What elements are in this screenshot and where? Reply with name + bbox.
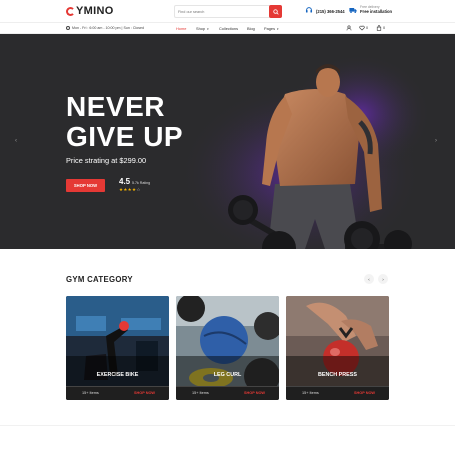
logo-g-mark (66, 6, 75, 16)
hero-next-arrow-icon[interactable]: › (435, 138, 437, 144)
page: YMINO (215) 366-2544 Free delivery Free … (0, 0, 455, 450)
search-bar (174, 5, 282, 18)
category-card[interactable]: LEG CURL 15+ Items SHOP NOW (176, 296, 279, 400)
nav-item-shop[interactable]: Shop ▾ (196, 26, 209, 31)
leg-curl-image (176, 296, 279, 400)
delivery-value: Free installation (360, 9, 393, 14)
rating-stars: ★★★★☆ (119, 187, 141, 193)
user-icon (346, 25, 352, 31)
nav-label: Home (176, 26, 187, 31)
opening-hours-text: Mon - Fri : 6:00 am - 10:00 pm | Sun : C… (72, 26, 145, 30)
bench-press-image (286, 296, 389, 400)
wishlist-count: 0 (366, 26, 369, 30)
category-card-footer: 15+ Items SHOP NOW (66, 386, 169, 400)
logo-text: YMINO (76, 5, 114, 17)
category-prev-button[interactable]: ‹ (364, 274, 374, 284)
category-shop-now-link[interactable]: SHOP NOW (134, 391, 155, 395)
cart-count: 0 (383, 26, 386, 30)
hero-banner: NEVER GIVE UP Price strating at $299.00 … (0, 34, 455, 249)
search-input[interactable] (175, 6, 269, 17)
bag-icon (376, 25, 382, 31)
category-card-footer: 15+ Items SHOP NOW (286, 386, 389, 400)
search-button[interactable] (269, 5, 282, 18)
nav-label: Blog (247, 26, 255, 31)
section-divider (0, 425, 455, 426)
nav-item-collections[interactable]: Collections (219, 26, 238, 31)
category-card-title: LEG CURL (213, 372, 242, 378)
account-button[interactable] (346, 25, 353, 31)
nav-item-blog[interactable]: Blog (247, 26, 255, 31)
category-shop-now-link[interactable]: SHOP NOW (244, 391, 265, 395)
hero-headline: NEVER GIVE UP (66, 92, 183, 152)
heart-icon (359, 25, 365, 31)
search-icon (272, 8, 279, 15)
phone-number: (215) 366-2544 (316, 9, 345, 14)
delivery-info: Free delivery Free installation (349, 5, 392, 14)
rating-value: 4.5 (119, 177, 131, 186)
header: YMINO (215) 366-2544 Free delivery Free … (0, 0, 455, 22)
clock-icon (66, 26, 70, 30)
nav-label: Shop (196, 26, 206, 31)
category-card-footer: 15+ Items SHOP NOW (176, 386, 279, 400)
wishlist-button[interactable]: 0 (359, 25, 368, 31)
category-card-title: BENCH PRESS (318, 372, 357, 378)
category-card-title: EXERCISE BIKE (96, 372, 139, 378)
category-item-count: 15+ Items (192, 391, 209, 395)
hero-prev-arrow-icon[interactable]: ‹ (15, 138, 17, 144)
headline-line: NEVER (66, 91, 165, 122)
chevron-down-icon: ▾ (277, 26, 279, 31)
exercise-bike-image (66, 296, 169, 400)
opening-hours: Mon - Fri : 6:00 am - 10:00 pm | Sun : C… (66, 26, 144, 30)
category-item-count: 15+ Items (302, 391, 319, 395)
star-filled-icons: ★★★★ (119, 187, 137, 192)
category-card[interactable]: EXERCISE BIKE 15+ Items SHOP NOW (66, 296, 169, 400)
phone-contact[interactable]: (215) 366-2544 (305, 5, 345, 14)
category-item-count: 15+ Items (82, 391, 99, 395)
truck-icon (349, 7, 357, 13)
cart-button[interactable]: 0 (376, 25, 385, 31)
chevron-down-icon: ▾ (207, 26, 209, 31)
nav-label: Pages (264, 26, 276, 31)
category-shop-now-link[interactable]: SHOP NOW (354, 391, 375, 395)
headset-icon (305, 6, 313, 13)
star-empty-icon: ☆ (136, 187, 141, 192)
chevron-right-icon: › (382, 276, 384, 282)
category-card[interactable]: BENCH PRESS 15+ Items SHOP NOW (286, 296, 389, 400)
nav-label: Collections (219, 26, 239, 31)
rating-count: 5.7k Rating (132, 181, 151, 185)
nav-item-pages[interactable]: Pages ▾ (264, 26, 279, 31)
headline-line: GIVE UP (66, 121, 184, 152)
category-section-title: GYM CATEGORY (66, 275, 133, 284)
chevron-left-icon: ‹ (368, 276, 370, 282)
hero-price-text: Price strating at $299.00 (66, 156, 147, 165)
main-navigation: Mon - Fri : 6:00 am - 10:00 pm | Sun : C… (0, 22, 455, 34)
site-logo[interactable]: YMINO (66, 5, 114, 17)
nav-item-home[interactable]: Home (176, 26, 186, 31)
category-next-button[interactable]: › (378, 274, 388, 284)
hero-shop-now-button[interactable]: SHOP NOW (66, 179, 105, 192)
